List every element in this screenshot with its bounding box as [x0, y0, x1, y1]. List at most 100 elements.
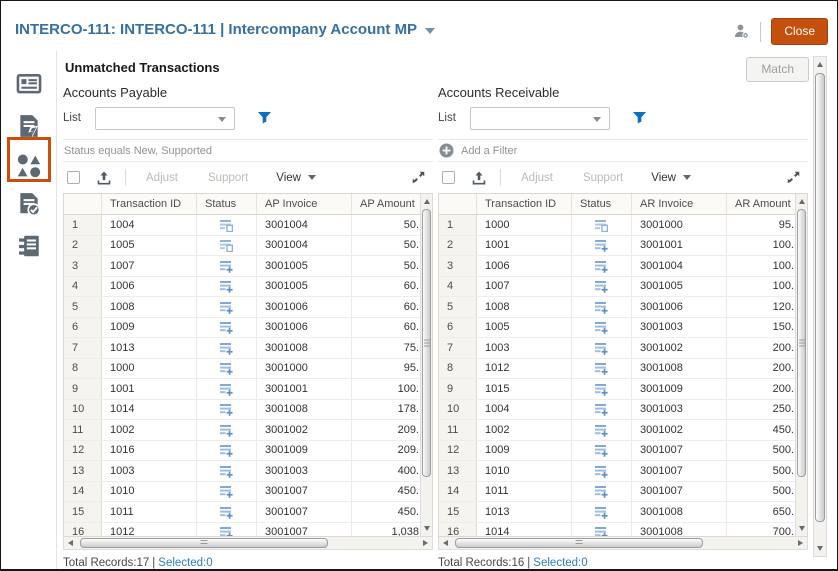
scrollbar-thumb[interactable]	[80, 538, 328, 548]
table-row[interactable]: 41006300100560.	[64, 277, 432, 298]
scroll-down-arrow[interactable]	[424, 526, 430, 531]
table-row[interactable]: 21005300100450.	[64, 236, 432, 257]
column-header[interactable]: AP Amount	[352, 194, 422, 214]
scroll-left-arrow[interactable]	[68, 540, 73, 546]
table-row[interactable]: 1110023001002209.	[64, 420, 432, 441]
expand-icon[interactable]	[787, 171, 800, 184]
scrollbar-thumb[interactable]	[797, 209, 806, 477]
close-button[interactable]: Close	[771, 18, 828, 45]
table-row[interactable]: 1410113001007500.	[439, 482, 807, 503]
table-row[interactable]: 1110023001002450.	[439, 420, 807, 441]
scroll-down-arrow[interactable]	[817, 546, 823, 551]
scroll-left-arrow[interactable]	[443, 540, 448, 546]
scrollbar-thumb[interactable]	[455, 538, 703, 548]
table-row[interactable]: 81000300100095.	[64, 359, 432, 380]
select-all-checkbox[interactable]	[442, 171, 455, 184]
table-vertical-scrollbar[interactable]	[420, 194, 432, 536]
table-row[interactable]: 11004300100450.	[64, 215, 432, 236]
table-row[interactable]: 1310103001007500.	[439, 461, 807, 482]
user-settings-icon[interactable]	[733, 23, 750, 40]
accounts-receivable-panel: Accounts Receivable List	[438, 85, 808, 571]
table-row[interactable]: 510083001006120.	[439, 297, 807, 318]
journal-ledger-icon[interactable]	[16, 233, 42, 259]
table-row[interactable]: 1210163001009209.	[64, 441, 432, 462]
column-header[interactable]: AR Amount	[727, 194, 797, 214]
row-number: 6	[64, 318, 102, 338]
table-row[interactable]: 1010043001003250.	[439, 400, 807, 421]
table-row[interactable]: 810123001008200.	[439, 359, 807, 380]
column-header[interactable]: Status	[197, 194, 257, 214]
table-row[interactable]: 1210093001007500.	[439, 441, 807, 462]
add-filter-row[interactable]: Add a Filter	[438, 139, 808, 162]
view-menu-button[interactable]: View	[272, 170, 320, 186]
match-button[interactable]: Match	[746, 57, 809, 82]
table-row[interactable]: 910013001001100.	[64, 379, 432, 400]
table-row[interactable]: 1010143001008178.	[64, 400, 432, 421]
new-status-icon	[595, 239, 608, 255]
list-dropdown[interactable]	[470, 107, 610, 130]
matching-shapes-icon[interactable]	[16, 153, 42, 179]
scroll-right-arrow[interactable]	[423, 540, 428, 546]
adjust-button[interactable]: Adjust	[515, 170, 559, 186]
table-row[interactable]: 31007300100550.	[64, 256, 432, 277]
table-vertical-scrollbar[interactable]	[795, 194, 807, 536]
table-body: 11004300100450.21005300100450.3100730010…	[64, 215, 432, 537]
scroll-up-arrow[interactable]	[424, 199, 430, 204]
table-row[interactable]: 16101230010071,038	[64, 523, 432, 538]
card-summary-icon[interactable]	[16, 71, 42, 97]
table-row[interactable]: 71013300100875.	[64, 338, 432, 359]
table-row[interactable]: 1410103001007450.	[64, 482, 432, 503]
scroll-up-arrow[interactable]	[817, 62, 823, 67]
column-header[interactable]: AP Invoice	[257, 194, 352, 214]
reconciliation-title-dropdown[interactable]: INTERCO-111: INTERCO-111 | Intercompany …	[15, 21, 435, 38]
support-button[interactable]: Support	[577, 170, 629, 186]
expand-icon[interactable]	[412, 171, 425, 184]
upload-icon[interactable]	[97, 171, 111, 185]
column-header[interactable]: AR Invoice	[632, 194, 727, 214]
table-row[interactable]: 710033001002200.	[439, 338, 807, 359]
filter-funnel-icon[interactable]	[257, 111, 272, 125]
table-horizontal-scrollbar[interactable]	[438, 537, 808, 550]
upload-icon[interactable]	[472, 171, 486, 185]
table-row[interactable]: 910153001009200.	[439, 379, 807, 400]
cell-invoice: 3001005	[257, 256, 352, 276]
table-row[interactable]: 1510133001008650.	[439, 502, 807, 523]
scrollbar-thumb[interactable]	[422, 209, 431, 477]
cell-amount: 1,038	[352, 523, 422, 538]
document-bolt-icon[interactable]	[16, 113, 42, 139]
table-row[interactable]: 310063001004100.	[439, 256, 807, 277]
list-dropdown[interactable]	[95, 107, 235, 130]
view-menu-button[interactable]: View	[647, 170, 695, 186]
row-number: 8	[64, 359, 102, 379]
table-row[interactable]: 11000300100095.	[439, 215, 807, 236]
cell-status	[197, 379, 257, 399]
table-row[interactable]: 1610143001008700.	[439, 523, 807, 538]
new-status-icon	[220, 260, 233, 276]
table-horizontal-scrollbar[interactable]	[63, 537, 433, 550]
cell-amount: 209.	[352, 420, 422, 440]
support-button[interactable]: Support	[202, 170, 254, 186]
selected-count-link[interactable]: Selected:0	[533, 557, 587, 569]
table-row[interactable]: 61009300100660.	[64, 318, 432, 339]
scroll-up-arrow[interactable]	[799, 199, 805, 204]
column-header[interactable]: Status	[572, 194, 632, 214]
scroll-down-arrow[interactable]	[799, 526, 805, 531]
column-header[interactable]: Transaction ID	[477, 194, 572, 214]
table-row[interactable]: 1310033001003400.	[64, 461, 432, 482]
filter-funnel-icon[interactable]	[632, 111, 647, 125]
document-check-icon[interactable]	[16, 191, 42, 217]
page-vertical-scrollbar[interactable]	[813, 56, 827, 557]
column-header[interactable]: Transaction ID	[102, 194, 197, 214]
scroll-right-arrow[interactable]	[798, 540, 803, 546]
table-row[interactable]: 1510113001007450.	[64, 502, 432, 523]
table-row[interactable]: 51008300100660.	[64, 297, 432, 318]
adjust-button[interactable]: Adjust	[140, 170, 184, 186]
cell-transaction-id: 1000	[102, 359, 197, 379]
table-row[interactable]: 410073001005100.	[439, 277, 807, 298]
table-row[interactable]: 610053001003150.	[439, 318, 807, 339]
scrollbar-thumb[interactable]	[815, 73, 825, 522]
select-all-checkbox[interactable]	[67, 171, 80, 184]
row-number: 9	[439, 379, 477, 399]
table-row[interactable]: 210013001001100.	[439, 236, 807, 257]
selected-count-link[interactable]: Selected:0	[158, 557, 212, 569]
